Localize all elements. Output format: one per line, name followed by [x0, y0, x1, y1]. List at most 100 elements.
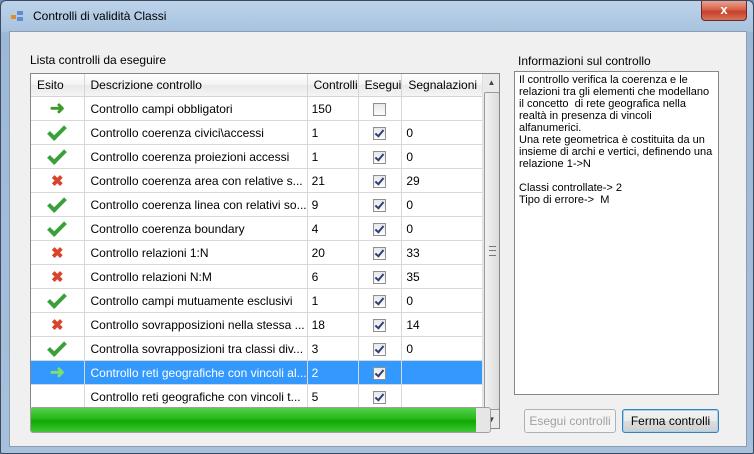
table-row[interactable]: Controllo coerenza civici\accessi 1 0 — [31, 120, 497, 145]
execute-checkbox[interactable] — [373, 126, 387, 140]
execute-checkbox[interactable] — [373, 270, 387, 284]
status-cell — [31, 144, 85, 169]
description-cell: Controllo coerenza area con relative s..… — [84, 168, 308, 193]
execute-checkbox[interactable] — [373, 102, 387, 116]
execute-cell — [358, 144, 403, 169]
status-cell — [31, 336, 85, 361]
check-icon — [47, 289, 68, 310]
description-cell: Controllo coerenza boundary — [84, 216, 308, 241]
execute-checkbox[interactable] — [373, 342, 387, 356]
execute-checkbox[interactable] — [373, 390, 387, 404]
execute-cell — [358, 264, 403, 289]
dialog-window: Controlli di validità Classi x Lista con… — [0, 0, 754, 454]
controls-count-cell: 9 — [307, 192, 359, 217]
execute-controls-button[interactable]: Esegui controlli — [524, 409, 616, 433]
description-cell: Controllo sovrapposizioni nella stessa .… — [84, 312, 308, 337]
status-cell — [31, 120, 85, 145]
error-x-icon: ✖ — [50, 172, 64, 190]
table-row[interactable]: Controllo reti geografiche con vincoli t… — [31, 384, 497, 409]
description-cell: Controllo relazioni 1:N — [84, 240, 308, 265]
execute-cell — [358, 168, 403, 193]
running-arrow-icon: ➜ — [49, 98, 65, 118]
description-cell: Controllo coerenza proiezioni accessi — [84, 144, 308, 169]
table-row[interactable]: ✖ Controllo coerenza area con relative s.… — [31, 168, 497, 193]
close-button[interactable]: x — [701, 1, 747, 21]
description-cell: Controlla sovrapposizioni tra classi div… — [84, 336, 308, 361]
table-row[interactable]: ➜ Controllo campi obbligatori 150 — [31, 96, 497, 121]
controls-count-cell: 1 — [307, 288, 359, 313]
execute-checkbox[interactable] — [373, 198, 387, 212]
execute-cell — [358, 288, 403, 313]
scroll-up-arrow-icon[interactable]: ▲ — [483, 74, 499, 91]
stop-controls-button[interactable]: Ferma controlli — [622, 409, 719, 433]
list-group-label: Lista controlli da eseguire — [30, 53, 167, 67]
execute-cell — [358, 120, 403, 145]
description-cell: Controllo reti geografiche con vincoli a… — [84, 360, 308, 385]
header-esito[interactable]: Esito — [31, 74, 85, 97]
window-title: Controlli di validità Classi — [33, 9, 167, 23]
execute-checkbox[interactable] — [373, 246, 387, 260]
table-row[interactable]: Controllo coerenza proiezioni accessi 1 0 — [31, 144, 497, 169]
error-x-icon: ✖ — [50, 244, 64, 262]
execute-cell — [358, 384, 403, 409]
description-cell: Controllo coerenza civici\accessi — [84, 120, 308, 145]
table-row[interactable]: Controllo coerenza linea con relativi so… — [31, 192, 497, 217]
description-cell: Controllo campi mutuamente esclusivi — [84, 288, 308, 313]
execute-checkbox[interactable] — [373, 366, 387, 380]
controls-table: Esito Descrizione controllo Controlli Esegu… — [31, 74, 497, 409]
status-cell: ➜ — [31, 96, 85, 121]
controls-count-cell: 4 — [307, 216, 359, 241]
table-row[interactable]: ➜ Controllo reti geografiche con vincoli … — [31, 360, 497, 385]
table-row[interactable]: ✖ Controllo sovrapposizioni nella stessa … — [31, 312, 497, 337]
execute-checkbox[interactable] — [373, 150, 387, 164]
execute-cell — [358, 192, 403, 217]
info-textbox[interactable]: Il controllo verifica la coerenza e le r… — [514, 71, 719, 395]
running-arrow-icon: ➜ — [49, 362, 65, 382]
grid-body: ➜ Controllo campi obbligatori 150 Controllo… — [31, 96, 497, 409]
header-descrizione[interactable]: Descrizione controllo — [84, 74, 308, 97]
controls-count-cell: 1 — [307, 144, 359, 169]
status-cell: ✖ — [31, 312, 85, 337]
description-cell: Controllo relazioni N:M — [84, 264, 308, 289]
check-icon — [47, 217, 68, 238]
status-cell — [31, 288, 85, 313]
execute-checkbox[interactable] — [373, 294, 387, 308]
execute-cell — [358, 336, 403, 361]
error-x-icon: ✖ — [50, 268, 64, 286]
description-cell: Controllo coerenza linea con relativi so… — [84, 192, 308, 217]
controls-count-cell: 21 — [307, 168, 359, 193]
table-row[interactable]: Controllo campi mutuamente esclusivi 1 0 — [31, 288, 497, 313]
execute-checkbox[interactable] — [373, 222, 387, 236]
table-row[interactable]: ✖ Controllo relazioni 1:N 20 33 — [31, 240, 497, 265]
table-row[interactable]: Controlla sovrapposizioni tra classi div… — [31, 336, 497, 361]
header-controlli[interactable]: Controlli — [307, 74, 359, 97]
title-bar[interactable]: Controlli di validità Classi x — [1, 1, 753, 31]
table-row[interactable]: Controllo coerenza boundary 4 0 — [31, 216, 497, 241]
check-icon — [47, 145, 68, 166]
check-icon — [47, 193, 68, 214]
status-cell: ✖ — [31, 168, 85, 193]
status-cell — [31, 192, 85, 217]
status-cell: ➜ — [31, 360, 85, 385]
error-x-icon: ✖ — [50, 316, 64, 334]
controls-count-cell: 20 — [307, 240, 359, 265]
header-row: Esito Descrizione controllo Controlli Esegu… — [31, 74, 497, 97]
vertical-scrollbar[interactable]: ▲ ▼ — [482, 74, 499, 428]
controls-grid[interactable]: Esito Descrizione controllo Controlli Esegu… — [30, 73, 500, 429]
progress-bar — [30, 407, 491, 433]
controls-count-cell: 6 — [307, 264, 359, 289]
execute-cell — [358, 360, 403, 385]
controls-count-cell: 5 — [307, 384, 359, 409]
controls-count-cell: 2 — [307, 360, 359, 385]
scroll-thumb[interactable] — [484, 92, 499, 410]
status-cell: ✖ — [31, 264, 85, 289]
execute-checkbox[interactable] — [373, 318, 387, 332]
controls-count-cell: 18 — [307, 312, 359, 337]
table-row[interactable]: ✖ Controllo relazioni N:M 6 35 — [31, 264, 497, 289]
execute-checkbox[interactable] — [373, 174, 387, 188]
controls-count-cell: 1 — [307, 120, 359, 145]
execute-cell — [358, 96, 403, 121]
app-icon — [11, 11, 23, 21]
header-esegui[interactable]: Esegui — [358, 74, 403, 97]
execute-cell — [358, 240, 403, 265]
